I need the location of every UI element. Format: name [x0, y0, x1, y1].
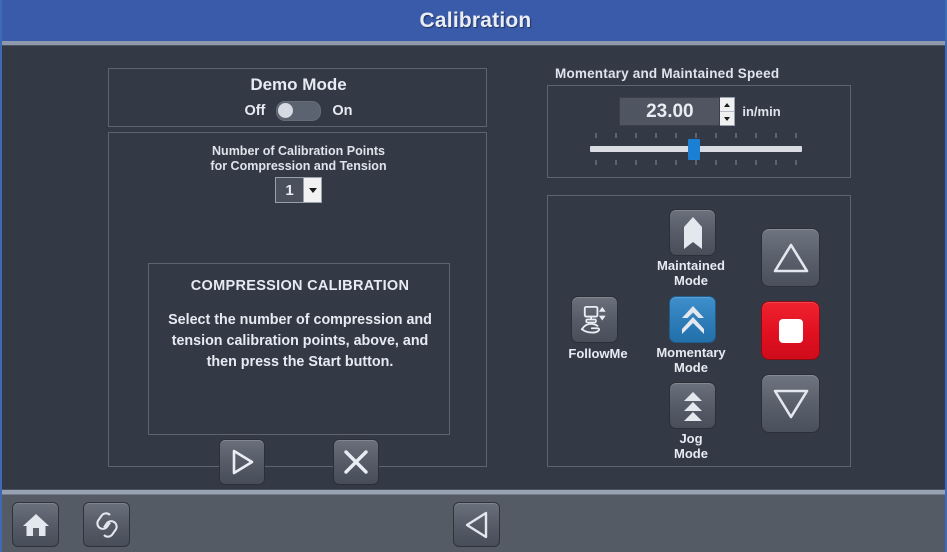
calibration-panel: Number of Calibration Points for Compres… [108, 132, 487, 467]
demo-mode-on-label: On [332, 103, 352, 119]
demo-mode-title: Demo Mode [109, 75, 488, 95]
jog-mode-button[interactable] [669, 382, 716, 429]
speed-slider[interactable] [590, 133, 802, 165]
demo-mode-off-label: Off [244, 103, 265, 119]
cancel-button[interactable] [333, 439, 379, 485]
calibration-points-spinner-wrap: 1 [109, 177, 488, 203]
home-icon [21, 511, 51, 539]
calibration-points-heading: Number of Calibration Points for Compres… [109, 144, 488, 174]
back-triangle-icon [464, 510, 490, 540]
maintained-mode-label-line2: Mode [631, 273, 751, 288]
start-button[interactable] [219, 439, 265, 485]
momentary-mode-label-line2: Mode [631, 360, 751, 375]
followme-button[interactable] [571, 296, 618, 343]
message-body: Select the number of compression and ten… [161, 310, 439, 373]
play-triangle-icon [229, 448, 255, 476]
switch-knob [278, 103, 293, 118]
maintained-mode-label-line1: Maintained [631, 258, 751, 273]
chain-link-icon [94, 510, 120, 540]
stepper-up-icon[interactable] [720, 98, 734, 112]
message-title: COMPRESSION CALIBRATION [149, 278, 451, 294]
calibration-points-heading-line1: Number of Calibration Points [109, 144, 488, 159]
demo-mode-switch[interactable] [276, 101, 321, 121]
motion-controls-panel: FollowMe Maintained Mode [547, 195, 851, 467]
x-cross-icon [342, 448, 370, 476]
calibration-points-value: 1 [276, 178, 304, 202]
move-up-button[interactable] [761, 228, 820, 287]
chevron-down-icon[interactable] [304, 178, 321, 202]
jog-mode-label-line2: Mode [631, 446, 751, 461]
maintained-mode-button[interactable] [669, 209, 716, 256]
calibration-points-spinner[interactable]: 1 [275, 177, 322, 203]
triangle-up-icon [773, 242, 809, 274]
calibration-points-heading-line2: for Compression and Tension [109, 159, 488, 174]
stop-square-icon [778, 318, 804, 344]
jog-mode-label-line1: Jog [631, 431, 751, 446]
momentary-chevron-icon [680, 304, 706, 336]
bottom-toolbar [2, 494, 947, 552]
followme-hand-icon [578, 303, 611, 336]
speed-stepper[interactable]: 23.00 [619, 97, 735, 126]
message-panel: COMPRESSION CALIBRATION Select the numbe… [148, 263, 450, 435]
speed-panel: 23.00 in/min [547, 85, 851, 178]
slider-thumb[interactable] [688, 139, 700, 160]
speed-units: in/min [742, 104, 780, 119]
momentary-mode-button[interactable] [669, 296, 716, 343]
triangle-down-icon [773, 388, 809, 420]
momentary-mode-label-line1: Momentary [631, 345, 751, 360]
speed-stepper-arrows[interactable] [720, 97, 735, 126]
speed-value[interactable]: 23.00 [619, 97, 720, 126]
momentary-mode-label: Momentary Mode [631, 345, 751, 375]
link-button[interactable] [83, 502, 130, 547]
move-down-button[interactable] [761, 374, 820, 433]
maintained-mode-label: Maintained Mode [631, 258, 751, 288]
back-button[interactable] [453, 502, 500, 547]
stepper-down-icon[interactable] [720, 112, 734, 125]
jog-triple-arrow-icon [680, 390, 706, 422]
stop-button[interactable] [761, 301, 820, 360]
window-titlebar: Calibration [2, 0, 947, 41]
speed-group-label: Momentary and Maintained Speed [555, 66, 779, 81]
slider-ticks-top [595, 133, 797, 138]
home-button[interactable] [12, 502, 59, 547]
maintained-flag-icon [682, 216, 704, 250]
main-content: Demo Mode Off On Number of Calibration P… [2, 46, 945, 489]
demo-mode-toggle-row: Off On [109, 101, 488, 121]
speed-input-row: 23.00 in/min [548, 97, 852, 126]
calibration-window: Calibration Demo Mode Off On Number of C… [0, 0, 947, 552]
slider-ticks-bottom [595, 160, 797, 165]
jog-mode-label: Jog Mode [631, 431, 751, 461]
demo-mode-panel: Demo Mode Off On [108, 68, 487, 127]
page-title: Calibration [420, 9, 532, 33]
